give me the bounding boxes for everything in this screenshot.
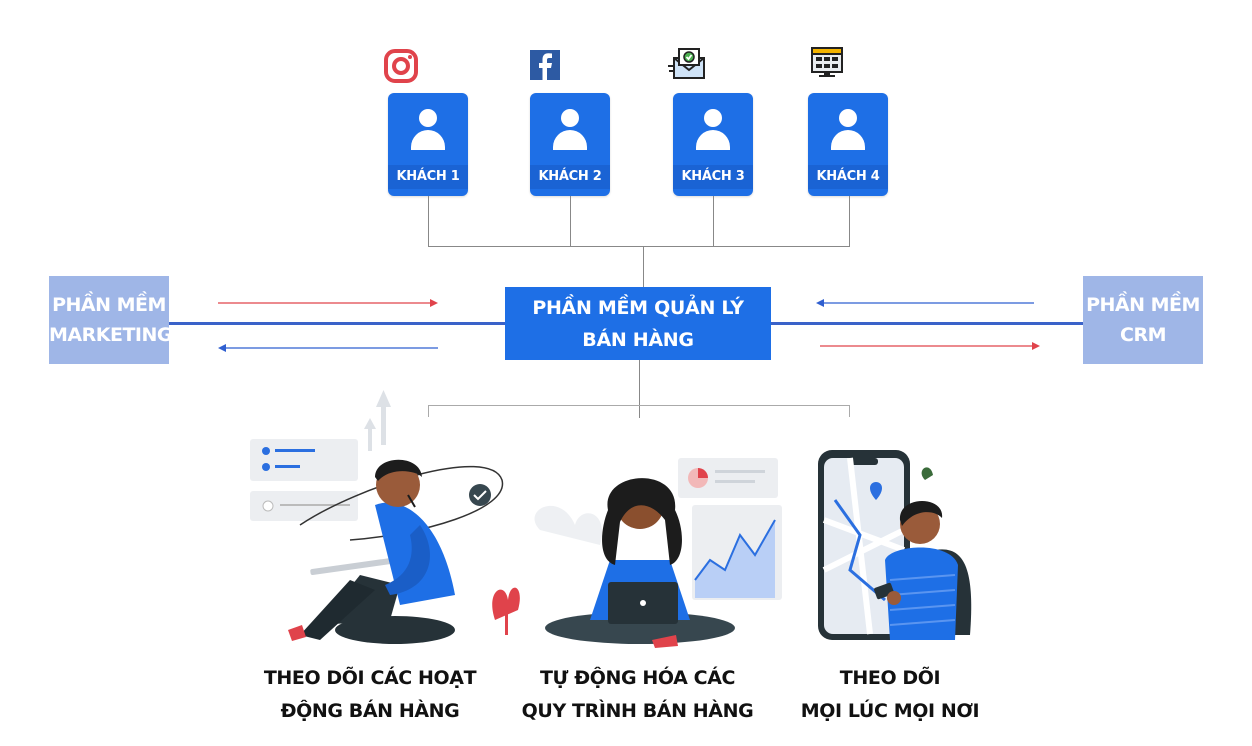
crm-software-box: PHẦN MỀM CRM (1083, 276, 1203, 364)
marketing-line2: MARKETING (49, 324, 172, 346)
connector-line (849, 405, 850, 417)
feature-2-line1: TỰ ĐỘNG HÓA CÁC (539, 667, 736, 689)
customer-card-2: KHÁCH 2 (530, 93, 610, 196)
user-icon (839, 109, 857, 127)
connector-line (639, 360, 640, 418)
connector-line (643, 246, 644, 287)
arrows-left (218, 299, 438, 352)
user-icon (561, 109, 579, 127)
center-line1: PHẦN MỀM QUẢN LÝ (532, 297, 744, 319)
facebook-icon (530, 50, 560, 80)
customer-label: KHÁCH 2 (538, 169, 602, 184)
arrows-right (816, 299, 1040, 350)
website-icon (811, 47, 843, 77)
marketing-line1: PHẦN MỀM (52, 294, 166, 316)
customer-label: KHÁCH 3 (681, 169, 745, 184)
user-icon (704, 109, 722, 127)
customer-label: KHÁCH 1 (396, 169, 460, 184)
illustration-automation (492, 458, 782, 648)
sales-management-software-box: PHẦN MỀM QUẢN LÝ BÁN HÀNG (505, 287, 771, 360)
user-icon (419, 109, 437, 127)
center-line2: BÁN HÀNG (582, 329, 694, 351)
customer-card-4: KHÁCH 4 (808, 93, 888, 196)
feature-3-line2: MỌI LÚC MỌI NƠI (800, 700, 980, 722)
feature-caption-2: TỰ ĐỘNG HÓA CÁC QUY TRÌNH BÁN HÀNG (500, 662, 775, 728)
connector-line (849, 196, 850, 246)
customer-card-3: KHÁCH 3 (673, 93, 753, 196)
instagram-icon (384, 49, 418, 83)
feature-1-line2: ĐỘNG BÁN HÀNG (280, 700, 460, 722)
illustration-track-anywhere (818, 450, 972, 640)
crm-line2: CRM (1120, 324, 1166, 346)
connector-line (713, 196, 714, 246)
connector-line (428, 246, 850, 247)
feature-caption-1: THEO DÕI CÁC HOẠT ĐỘNG BÁN HÀNG (240, 662, 500, 728)
email-icon (668, 48, 705, 79)
crm-line1: PHẦN MỀM (1086, 294, 1200, 316)
customer-label: KHÁCH 4 (816, 169, 880, 184)
feature-2-line2: QUY TRÌNH BÁN HÀNG (521, 700, 754, 722)
customer-card-1: KHÁCH 1 (388, 93, 468, 196)
feature-1-line1: THEO DÕI CÁC HOẠT (263, 667, 477, 689)
illustration-tracking-activities (250, 390, 504, 644)
feature-3-line1: THEO DÕI (839, 667, 941, 689)
feature-caption-3: THEO DÕI MỌI LÚC MỌI NƠI (770, 662, 1010, 728)
marketing-software-box: PHẦN MỀM MARKETING (49, 276, 172, 364)
connector-line (570, 196, 571, 246)
connector-line (428, 196, 429, 246)
